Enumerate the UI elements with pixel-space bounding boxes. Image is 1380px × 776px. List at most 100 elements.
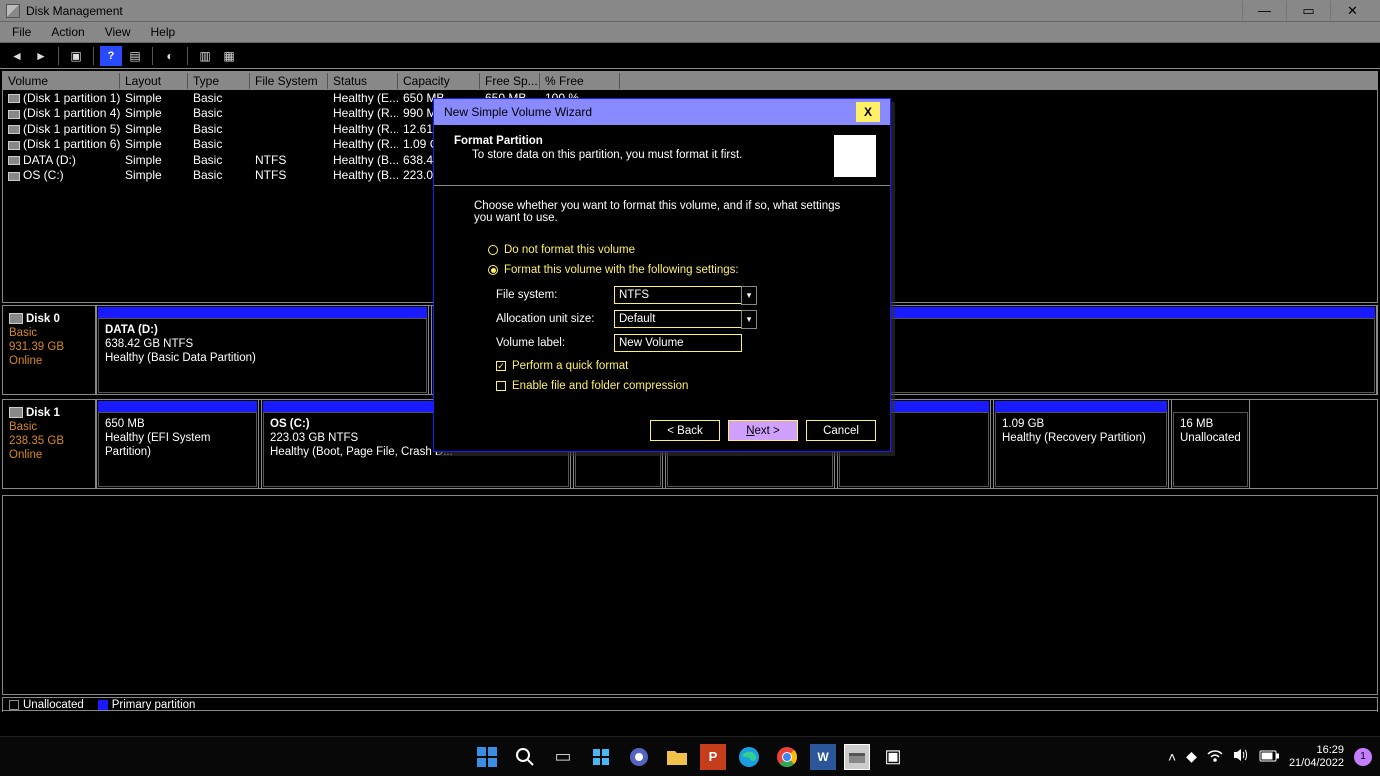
minimize-button[interactable]: —	[1242, 1, 1286, 21]
dialog-header: Format Partition To store data on this p…	[434, 125, 890, 186]
partition[interactable]: 1.09 GBHealthy (Recovery Partition)	[993, 400, 1169, 488]
menu-help[interactable]: Help	[141, 22, 186, 42]
row-allocation-unit: Allocation unit size: Default	[496, 310, 860, 328]
partition-data-d[interactable]: DATA (D:) 638.42 GB NTFS Healthy (Basic …	[96, 306, 429, 394]
disk1-status: Online	[9, 448, 89, 462]
notifications-icon[interactable]: 1	[1354, 748, 1372, 766]
task-view-icon[interactable]: ▭	[548, 742, 578, 772]
dialog-subheading: To store data on this partition, you mus…	[454, 149, 826, 161]
toolbar-separator	[93, 47, 94, 65]
back-button[interactable]: < Back	[650, 420, 720, 441]
disk0-info[interactable]: Disk 0 Basic 931.39 GB Online	[2, 305, 96, 395]
row-file-system: File system: NTFS	[496, 286, 860, 304]
radio-icon	[488, 245, 498, 255]
legend-box-unallocated	[9, 700, 19, 710]
disk1-name: Disk 1	[26, 407, 60, 419]
status-bar	[0, 712, 1380, 736]
properties-icon[interactable]: ▤	[124, 46, 146, 66]
col-freespace[interactable]: Free Sp...	[480, 73, 540, 89]
scan-icon[interactable]: ◐	[159, 46, 181, 66]
checkbox-icon	[496, 381, 506, 391]
partition-title: DATA (D:)	[105, 323, 420, 337]
label-volume-label: Volume label:	[496, 337, 614, 349]
col-capacity[interactable]: Capacity	[398, 73, 480, 89]
window-buttons: — ▭ ✕	[1242, 1, 1374, 21]
menu-file[interactable]: File	[2, 22, 41, 42]
column-headers: Volume Layout Type File System Status Ca…	[3, 72, 1377, 90]
disk0-name: Disk 0	[26, 313, 60, 325]
partition-health: Healthy (Basic Data Partition)	[105, 351, 420, 365]
checkbox-icon	[496, 361, 506, 371]
dialog-title: New Simple Volume Wizard	[444, 105, 592, 119]
tray-chevron-icon[interactable]: ˄	[1168, 749, 1176, 765]
diskmgmt-icon[interactable]	[844, 744, 870, 770]
tray-clock[interactable]: 16:29 21/04/2022	[1289, 744, 1344, 770]
explorer-icon[interactable]	[662, 742, 692, 772]
taskbar: ▭ P W ▣ ˄ ◆	[0, 736, 1380, 776]
radio-format-with-settings[interactable]: Format this volume with the following se…	[488, 264, 860, 276]
close-button[interactable]: ✕	[1330, 1, 1374, 21]
col-pctfree[interactable]: % Free	[540, 73, 620, 89]
disk0-size: 931.39 GB	[9, 340, 89, 354]
checkbox-compression[interactable]: Enable file and folder compression	[496, 380, 860, 392]
next-button[interactable]: Next >	[728, 420, 798, 441]
maximize-button[interactable]: ▭	[1286, 1, 1330, 21]
refresh-icon[interactable]: ▣	[65, 46, 87, 66]
toolbar-separator	[187, 47, 188, 65]
search-icon[interactable]	[510, 742, 540, 772]
chrome-icon[interactable]	[772, 742, 802, 772]
label-file-system: File system:	[496, 289, 614, 301]
toolbar-separator	[152, 47, 153, 65]
partition[interactable]: 16 MBUnallocated	[1171, 400, 1250, 488]
volume-icon[interactable]	[1233, 748, 1249, 765]
nav-back-icon[interactable]: ◄	[6, 46, 28, 66]
tray-date: 21/04/2022	[1289, 757, 1344, 770]
partition-stripe	[98, 307, 427, 318]
help-icon[interactable]: ?	[100, 46, 122, 66]
col-layout[interactable]: Layout	[120, 73, 188, 89]
col-status[interactable]: Status	[328, 73, 398, 89]
partition-body: DATA (D:) 638.42 GB NTFS Healthy (Basic …	[98, 318, 427, 393]
label-allocation-unit: Allocation unit size:	[496, 313, 614, 325]
dialog-heading: Format Partition	[454, 135, 826, 147]
system-tray: ˄ ◆ 16:29 21/04/2022 1	[1168, 744, 1372, 770]
menu-action[interactable]: Action	[41, 22, 94, 42]
disk0-status: Online	[9, 354, 89, 368]
disk0-type: Basic	[9, 326, 89, 340]
cancel-button[interactable]: Cancel	[806, 420, 876, 441]
dialog-close-button[interactable]: X	[856, 102, 880, 122]
disk1-info[interactable]: Disk 1 Basic 238.35 GB Online	[2, 399, 96, 489]
input-volume-label[interactable]: New Volume	[614, 334, 742, 352]
dialog-titlebar[interactable]: New Simple Volume Wizard X	[434, 99, 890, 125]
checkbox-quick-format[interactable]: Perform a quick format	[496, 360, 860, 372]
combo-file-system[interactable]: NTFS	[614, 286, 742, 304]
dialog-prompt: Choose whether you want to format this v…	[474, 200, 860, 224]
widgets-icon[interactable]	[586, 742, 616, 772]
combo-allocation-unit[interactable]: Default	[614, 310, 742, 328]
titlebar: Disk Management — ▭ ✕	[0, 0, 1380, 21]
teams-icon[interactable]	[624, 742, 654, 772]
col-volume[interactable]: Volume	[3, 73, 120, 89]
tray-security-icon[interactable]: ◆	[1186, 748, 1197, 765]
wifi-icon[interactable]	[1207, 749, 1223, 765]
list-icon[interactable]: ▥	[194, 46, 216, 66]
photos-icon[interactable]: ▣	[878, 742, 908, 772]
radio-do-not-format[interactable]: Do not format this volume	[488, 244, 860, 256]
dialog-buttons: < Back Next > Cancel	[650, 420, 876, 441]
disk1-type: Basic	[9, 420, 89, 434]
battery-icon[interactable]	[1259, 749, 1279, 765]
toolbar: ◄ ► ▣ ? ▤ ◐ ▥ ▦	[0, 43, 1380, 69]
wizard-dialog: New Simple Volume Wizard X Format Partit…	[433, 98, 891, 452]
detail-icon[interactable]: ▦	[218, 46, 240, 66]
word-icon[interactable]: W	[810, 744, 836, 770]
menu-view[interactable]: View	[95, 22, 141, 42]
edge-icon[interactable]	[734, 742, 764, 772]
disk-icon	[9, 407, 23, 418]
powerpoint-icon[interactable]: P	[700, 744, 726, 770]
col-type[interactable]: Type	[188, 73, 250, 89]
start-icon[interactable]	[472, 742, 502, 772]
app-icon	[6, 4, 20, 18]
col-filesystem[interactable]: File System	[250, 73, 328, 89]
nav-forward-icon[interactable]: ►	[30, 46, 52, 66]
partition[interactable]: 650 MBHealthy (EFI System Partition)	[96, 400, 259, 488]
